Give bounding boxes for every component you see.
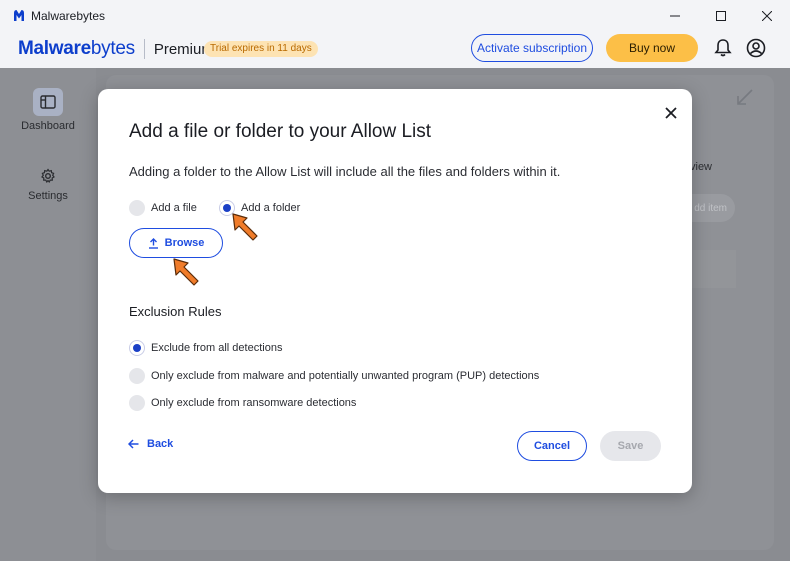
browse-label: Browse xyxy=(164,237,205,249)
brand: Malwarebytes Premium xyxy=(18,38,214,60)
maximize-button[interactable] xyxy=(698,0,744,32)
minimize-icon xyxy=(670,15,680,17)
radio-button[interactable] xyxy=(129,200,145,216)
radio-button[interactable] xyxy=(129,395,145,411)
pointer-arrow-icon xyxy=(173,258,199,286)
sidebar-item-label: Dashboard xyxy=(21,120,75,132)
radio-exclude-ransomware[interactable]: Only exclude from ransomware detections xyxy=(129,395,356,411)
upload-icon xyxy=(148,237,158,249)
dialog-description: Adding a folder to the Allow List will i… xyxy=(129,164,561,179)
notifications-button[interactable] xyxy=(711,36,735,60)
back-button[interactable]: Back xyxy=(128,438,173,450)
sidebar: Dashboard Settings xyxy=(0,68,96,561)
background-tab-fragment: view xyxy=(690,161,713,173)
account-icon xyxy=(746,38,766,58)
allow-list-dialog: Add a file or folder to your Allow List … xyxy=(98,89,692,493)
buy-now-button[interactable]: Buy now xyxy=(606,34,698,62)
radio-label: Exclude from all detections xyxy=(151,342,283,354)
app-header: Malwarebytes Premium Trial expires in 11… xyxy=(0,32,790,68)
radio-exclude-malware-pup[interactable]: Only exclude from malware and potentiall… xyxy=(129,368,539,384)
dialog-close-button[interactable] xyxy=(661,103,681,123)
background-row-fragment xyxy=(686,250,736,288)
brand-logo: Malwarebytes xyxy=(18,38,135,59)
bell-icon xyxy=(714,39,732,57)
browse-button[interactable]: Browse xyxy=(129,228,223,258)
pointer-arrow-icon xyxy=(232,213,258,241)
window-controls xyxy=(652,0,790,32)
radio-label: Add a file xyxy=(151,202,197,214)
activate-subscription-button[interactable]: Activate subscription xyxy=(471,34,593,62)
account-button[interactable] xyxy=(744,36,768,60)
gear-icon xyxy=(33,166,63,186)
radio-exclude-all[interactable]: Exclude from all detections xyxy=(129,340,282,356)
sidebar-item-settings[interactable]: Settings xyxy=(0,166,96,202)
close-icon xyxy=(762,11,772,21)
back-label: Back xyxy=(147,438,174,450)
dashboard-icon xyxy=(33,88,63,116)
maximize-icon xyxy=(716,11,726,21)
sidebar-item-label: Settings xyxy=(28,190,68,202)
save-button-disabled[interactable]: Save xyxy=(600,431,661,461)
radio-label: Only exclude from malware and potentiall… xyxy=(151,370,540,382)
brand-divider xyxy=(143,39,145,59)
sidebar-item-dashboard[interactable]: Dashboard xyxy=(0,88,96,132)
radio-button[interactable] xyxy=(129,368,145,384)
close-window-button[interactable] xyxy=(744,0,790,32)
radio-button-selected[interactable] xyxy=(129,340,145,356)
exclusion-rules-title: Exclusion Rules xyxy=(129,304,222,319)
trial-badge: Trial expires in 11 days xyxy=(204,41,318,57)
window-title: Malwarebytes xyxy=(31,9,106,23)
title-bar: Malwarebytes xyxy=(0,0,790,32)
cancel-button[interactable]: Cancel xyxy=(517,431,587,461)
radio-add-file[interactable]: Add a file xyxy=(129,200,197,216)
collapse-icon xyxy=(737,89,753,105)
malwarebytes-logo-icon xyxy=(14,10,24,21)
arrow-left-icon xyxy=(128,439,139,449)
close-icon xyxy=(665,107,677,119)
radio-label: Only exclude from ransomware detections xyxy=(151,397,357,409)
minimize-button[interactable] xyxy=(652,0,698,32)
dialog-title: Add a file or folder to your Allow List xyxy=(129,121,432,142)
